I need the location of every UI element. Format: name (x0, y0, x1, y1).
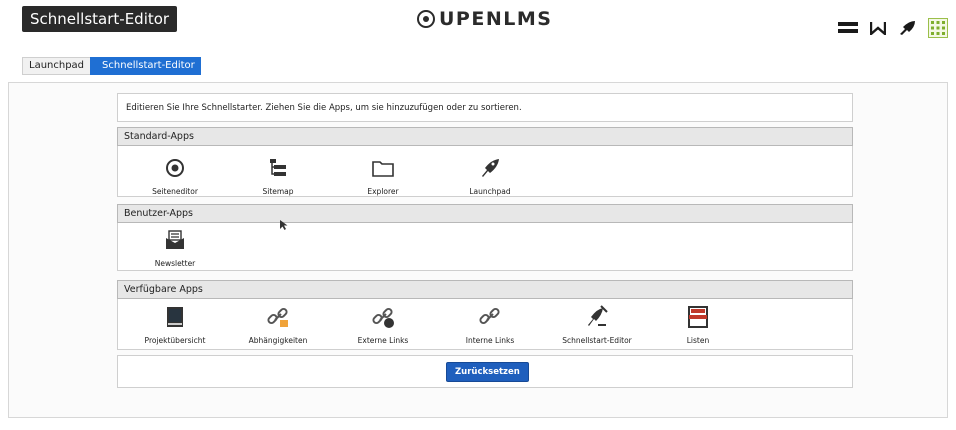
app-seiteneditor[interactable]: Seiteneditor (130, 155, 220, 196)
app-interne-links[interactable]: Interne Links (445, 304, 535, 345)
header-icons (838, 18, 948, 38)
link-dependency-icon (267, 307, 288, 327)
section-header-standard: Standard-Apps (117, 127, 853, 146)
app-newsletter[interactable]: Newsletter (130, 227, 220, 268)
link-icon (479, 307, 500, 325)
app-externe-links[interactable]: Externe Links (338, 304, 428, 345)
app-schnellstart-editor[interactable]: Schnellstart-Editor (552, 304, 642, 345)
book-icon (167, 307, 183, 327)
sitemap-icon (270, 159, 286, 176)
target-icon (166, 159, 184, 177)
rocket-edit-icon (588, 305, 608, 326)
app-projektuebersicht[interactable]: Projektübersicht (130, 304, 220, 345)
app-label: Launchpad (469, 187, 511, 196)
logo-mark-icon (417, 10, 435, 28)
section-header-available: Verfügbare Apps (117, 280, 853, 299)
section-body-available: Projektübersicht Abhängigkeiten Externe … (117, 299, 853, 350)
app-label: Externe Links (357, 336, 409, 345)
intro-text: Editieren Sie Ihre Schnellstarter. Ziehe… (117, 93, 853, 122)
section-header-user: Benutzer-Apps (117, 204, 853, 223)
app-launchpad[interactable]: Launchpad (445, 155, 535, 196)
w-icon[interactable] (870, 21, 886, 35)
section-body-user: Newsletter (117, 223, 853, 271)
app-label: Sitemap (262, 187, 294, 196)
app-title: Schnellstart-Editor (22, 6, 178, 32)
newsletter-icon (166, 230, 184, 249)
app-abhaengigkeiten[interactable]: Abhängigkeiten (233, 304, 323, 345)
app-explorer[interactable]: Explorer (338, 155, 428, 196)
menu-icon[interactable] (838, 21, 858, 35)
breadcrumb-launchpad[interactable]: Launchpad (22, 57, 92, 75)
app-sitemap[interactable]: Sitemap (233, 155, 323, 196)
app-label: Projektübersicht (144, 336, 206, 345)
app-label: Schnellstart-Editor (562, 336, 632, 345)
section-body-standard: Seiteneditor Sitemap Explorer Launchpad (117, 146, 853, 197)
app-label: Abhängigkeiten (248, 336, 308, 345)
rocket-icon (482, 159, 499, 177)
logo-text: UPENLMS (439, 8, 553, 30)
app-label: Seiteneditor (152, 187, 198, 196)
reset-button[interactable]: Zurücksetzen (446, 362, 529, 382)
breadcrumb: Launchpad Schnellstart-Editor (22, 57, 201, 75)
app-listen[interactable]: Listen (653, 304, 743, 345)
app-label: Newsletter (154, 259, 196, 268)
app-label: Interne Links (465, 336, 515, 345)
breadcrumb-current[interactable]: Schnellstart-Editor (90, 57, 201, 75)
logo: UPENLMS (417, 8, 552, 30)
rocket-icon[interactable] (898, 20, 916, 36)
mouse-cursor-icon (280, 220, 288, 230)
top-bar: Schnellstart-Editor UPENLMS (0, 0, 956, 50)
app-label: Listen (686, 336, 710, 345)
app-label: Explorer (367, 187, 399, 196)
link-external-icon (372, 307, 394, 328)
list-icon (688, 306, 708, 328)
grid-icon[interactable] (928, 18, 948, 38)
folder-icon (372, 161, 394, 177)
